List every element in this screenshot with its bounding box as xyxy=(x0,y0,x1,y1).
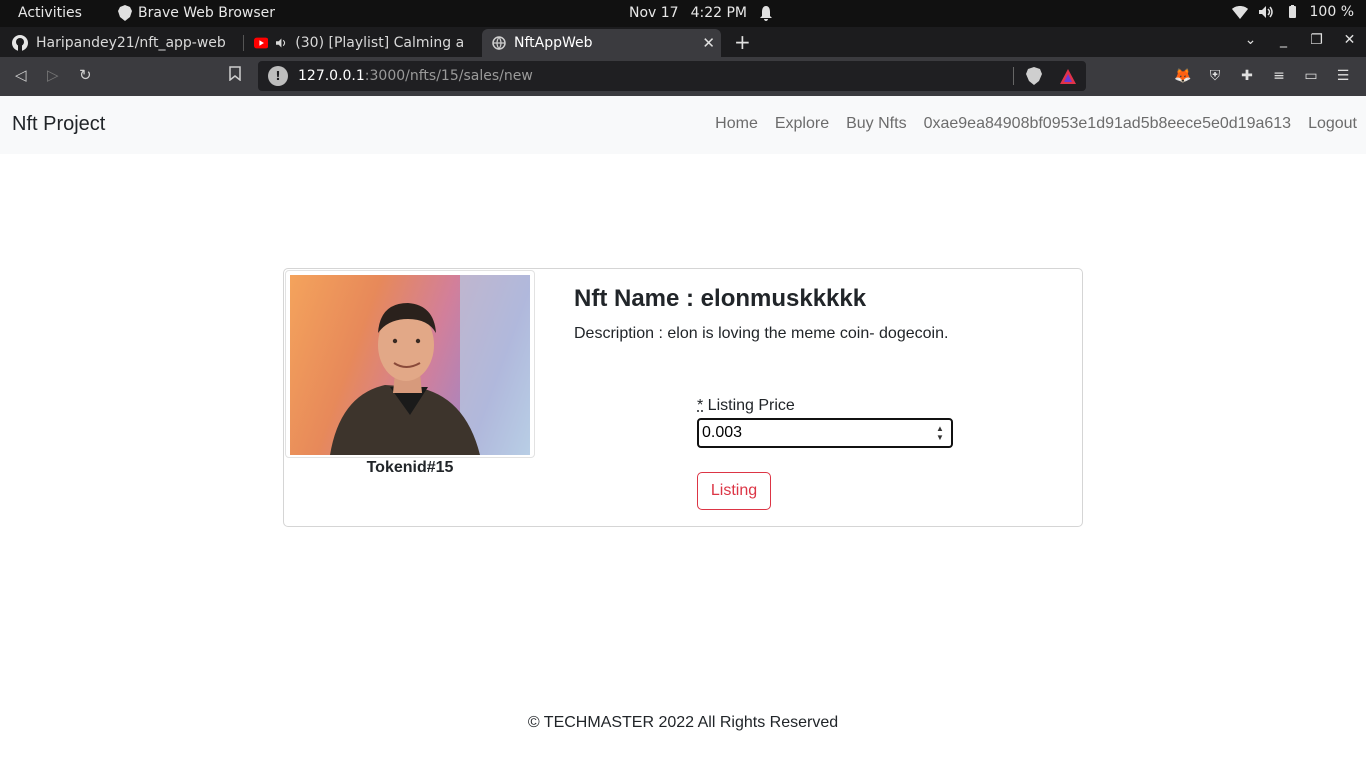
nft-card: Tokenid#15 Nft Name : elonmuskkkkk Descr… xyxy=(283,268,1083,527)
shield-extension-icon[interactable]: ⛨ xyxy=(1206,67,1224,85)
url-host: 127.0.0.1 xyxy=(298,68,365,84)
nft-name-heading: Nft Name : elonmuskkkkk xyxy=(574,285,867,312)
nav-links: Home Explore Buy Nfts 0xae9ea84908bf0953… xyxy=(715,115,1357,133)
puzzle-extensions-icon[interactable]: ✚ xyxy=(1238,67,1256,85)
back-arrow-icon[interactable]: ◁ xyxy=(15,66,27,84)
listing-submit-button[interactable]: Listing xyxy=(697,472,771,510)
tab-title: NftAppWeb xyxy=(514,35,593,51)
battery-percent: 100 % xyxy=(1309,4,1354,20)
extensions-area: 🦊 ⛨ ✚ ≡ ▭ ☰ xyxy=(1174,67,1352,85)
url-path: :3000/nfts/15/sales/new xyxy=(364,68,533,84)
listing-price-input[interactable]: 0.003 ▲ ▼ xyxy=(697,418,953,448)
token-id-label: Tokenid#15 xyxy=(366,459,454,476)
browser-toolbar: ◁ ▷ ↻ ! 127.0.0.1 :3000/nfts/15/sales/ne… xyxy=(0,57,1366,96)
tab-nftappweb[interactable]: NftAppWeb ✕ xyxy=(482,29,721,57)
site-navbar: Nft Project Home Explore Buy Nfts 0xae9e… xyxy=(0,96,1366,154)
time-label: 4:22 PM xyxy=(690,5,748,21)
nft-image-frame xyxy=(285,270,535,458)
close-tab-icon[interactable]: ✕ xyxy=(702,34,715,52)
app-menu[interactable]: Brave Web Browser xyxy=(118,5,275,21)
number-spinner[interactable]: ▲ ▼ xyxy=(933,424,947,442)
system-tray[interactable]: 100 % xyxy=(1231,4,1354,20)
youtube-icon xyxy=(254,37,269,49)
window-controls: ⌄ _ ❐ ✕ xyxy=(1234,32,1366,48)
tab-youtube[interactable]: (30) [Playlist] Calming and xyxy=(244,29,474,57)
wallet-icon[interactable]: ▭ xyxy=(1302,67,1320,85)
metamask-fox-icon[interactable]: 🦊 xyxy=(1174,67,1192,85)
nft-description: Description : elon is loving the meme co… xyxy=(574,325,949,342)
wallet-address-link[interactable]: 0xae9ea84908bf0953e1d91ad5b8eece5e0d19a6… xyxy=(924,115,1291,133)
brave-rewards-icon[interactable] xyxy=(1060,68,1076,84)
site-info-icon[interactable]: ! xyxy=(268,66,288,86)
volume-icon xyxy=(1258,6,1273,18)
web-page: Nft Project Home Explore Buy Nfts 0xae9e… xyxy=(0,96,1366,768)
activities-button[interactable]: Activities xyxy=(18,5,82,21)
new-tab-plus-icon[interactable]: + xyxy=(734,30,751,54)
brand-link[interactable]: Nft Project xyxy=(12,113,105,136)
notification-bell-icon xyxy=(760,6,773,21)
portrait-illustration xyxy=(330,275,530,455)
nav-logout-link[interactable]: Logout xyxy=(1308,115,1357,133)
reload-icon[interactable]: ↻ xyxy=(79,66,92,84)
address-bar[interactable]: ! 127.0.0.1 :3000/nfts/15/sales/new xyxy=(258,61,1086,91)
nft-image xyxy=(290,275,530,455)
app-name: Brave Web Browser xyxy=(138,5,275,21)
tab-github[interactable]: Haripandey21/nft_app-web xyxy=(2,29,238,57)
url-divider xyxy=(1013,67,1014,85)
minimize-window-icon[interactable]: _ xyxy=(1267,32,1300,48)
brave-lion-icon xyxy=(118,5,132,21)
clock[interactable]: Nov 17 4:22 PM xyxy=(629,5,773,21)
tab-title: Haripandey21/nft_app-web xyxy=(36,35,226,51)
tab-search-chevron-icon[interactable]: ⌄ xyxy=(1234,32,1267,48)
date-label: Nov 17 xyxy=(629,5,679,21)
nav-explore-link[interactable]: Explore xyxy=(775,115,829,133)
decrement-arrow-icon[interactable]: ▼ xyxy=(936,433,944,442)
nav-home-link[interactable]: Home xyxy=(715,115,758,133)
tab-title: (30) [Playlist] Calming and xyxy=(295,35,464,51)
brave-shields-icon[interactable] xyxy=(1026,67,1042,85)
listing-price-value: 0.003 xyxy=(702,424,743,441)
playlist-icon[interactable]: ≡ xyxy=(1270,67,1288,85)
system-top-bar: Activities Brave Web Browser Nov 17 4:22… xyxy=(0,0,1366,27)
listing-price-label-text: Listing Price xyxy=(703,397,795,414)
close-window-icon[interactable]: ✕ xyxy=(1333,32,1366,48)
footer-copyright: © TECHMASTER 2022 All Rights Reserved xyxy=(527,714,839,731)
forward-arrow-icon[interactable]: ▷ xyxy=(47,66,59,84)
increment-arrow-icon[interactable]: ▲ xyxy=(936,424,944,433)
menu-icon[interactable]: ☰ xyxy=(1334,67,1352,85)
wifi-icon xyxy=(1231,6,1248,19)
maximize-window-icon[interactable]: ❐ xyxy=(1300,32,1333,48)
battery-icon xyxy=(1288,5,1296,18)
tab-strip: Haripandey21/nft_app-web (30) [Playlist]… xyxy=(0,27,1366,57)
speaker-icon xyxy=(276,38,286,48)
nav-buy-nfts-link[interactable]: Buy Nfts xyxy=(846,115,906,133)
bookmark-icon[interactable] xyxy=(229,66,241,85)
github-icon xyxy=(12,35,28,51)
globe-icon xyxy=(492,36,506,50)
listing-price-label: * Listing Price xyxy=(697,397,795,415)
